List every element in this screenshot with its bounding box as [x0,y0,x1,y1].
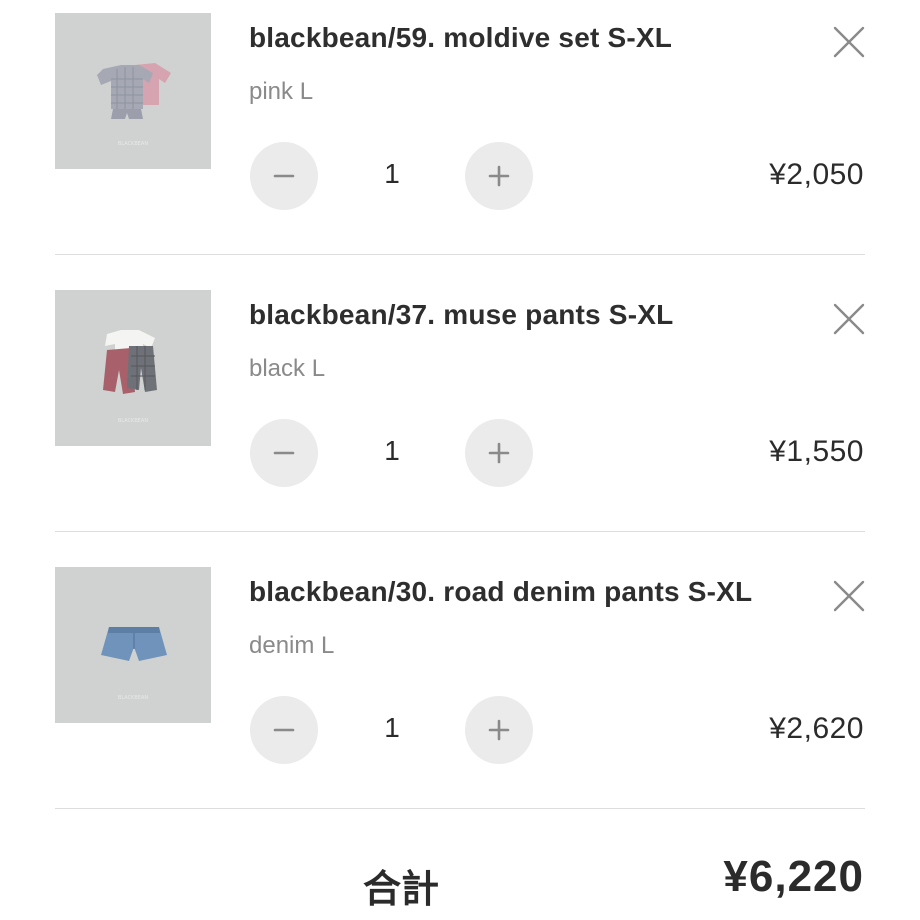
remove-item-button[interactable] [831,578,867,614]
remove-item-button[interactable] [831,301,867,337]
plus-icon [488,442,510,464]
product-title[interactable]: blackbean/59. moldive set S-XL [249,22,672,54]
thumbnail-watermark: BLACKBEAN [118,141,148,147]
item-price: ¥2,050 [769,158,864,191]
total-value: ¥6,220 [723,852,864,901]
divider [55,531,865,532]
increase-quantity-button[interactable] [465,142,533,210]
close-icon [833,303,865,335]
product-thumbnail[interactable]: BLACKBEAN [55,290,211,446]
plus-icon [488,719,510,741]
increase-quantity-button[interactable] [465,419,533,487]
cart-item: BLACKBEAN blackbean/30. road denim pants… [0,554,920,831]
plus-icon [488,165,510,187]
product-title[interactable]: blackbean/37. muse pants S-XL [249,299,673,331]
quantity-value: 1 [384,712,400,743]
item-price: ¥1,550 [769,435,864,468]
quantity-value: 1 [384,435,400,466]
remove-item-button[interactable] [831,24,867,60]
thumbnail-watermark: BLACKBEAN [118,418,148,424]
product-variant: denim L [249,632,335,659]
divider [55,808,865,809]
minus-icon [273,174,295,178]
decrease-quantity-button[interactable] [250,142,318,210]
product-variant: black L [249,355,326,382]
minus-icon [273,451,295,455]
product-variant: pink L [249,78,314,105]
product-thumbnail[interactable]: BLACKBEAN [55,567,211,723]
increase-quantity-button[interactable] [465,696,533,764]
close-icon [833,26,865,58]
close-icon [833,580,865,612]
minus-icon [273,728,295,732]
cart-item: BLACKBEAN blackbean/59. moldive set S-XL… [0,0,920,277]
product-title[interactable]: blackbean/30. road denim pants S-XL [249,576,752,608]
total-label: 合計 [363,867,440,911]
product-thumbnail[interactable]: BLACKBEAN [55,13,211,169]
quantity-value: 1 [384,158,400,189]
decrease-quantity-button[interactable] [250,419,318,487]
decrease-quantity-button[interactable] [250,696,318,764]
divider [55,254,865,255]
item-price: ¥2,620 [769,712,864,745]
cart-item: BLACKBEAN blackbean/37. muse pants S-XL … [0,277,920,554]
thumbnail-watermark: BLACKBEAN [118,695,148,701]
